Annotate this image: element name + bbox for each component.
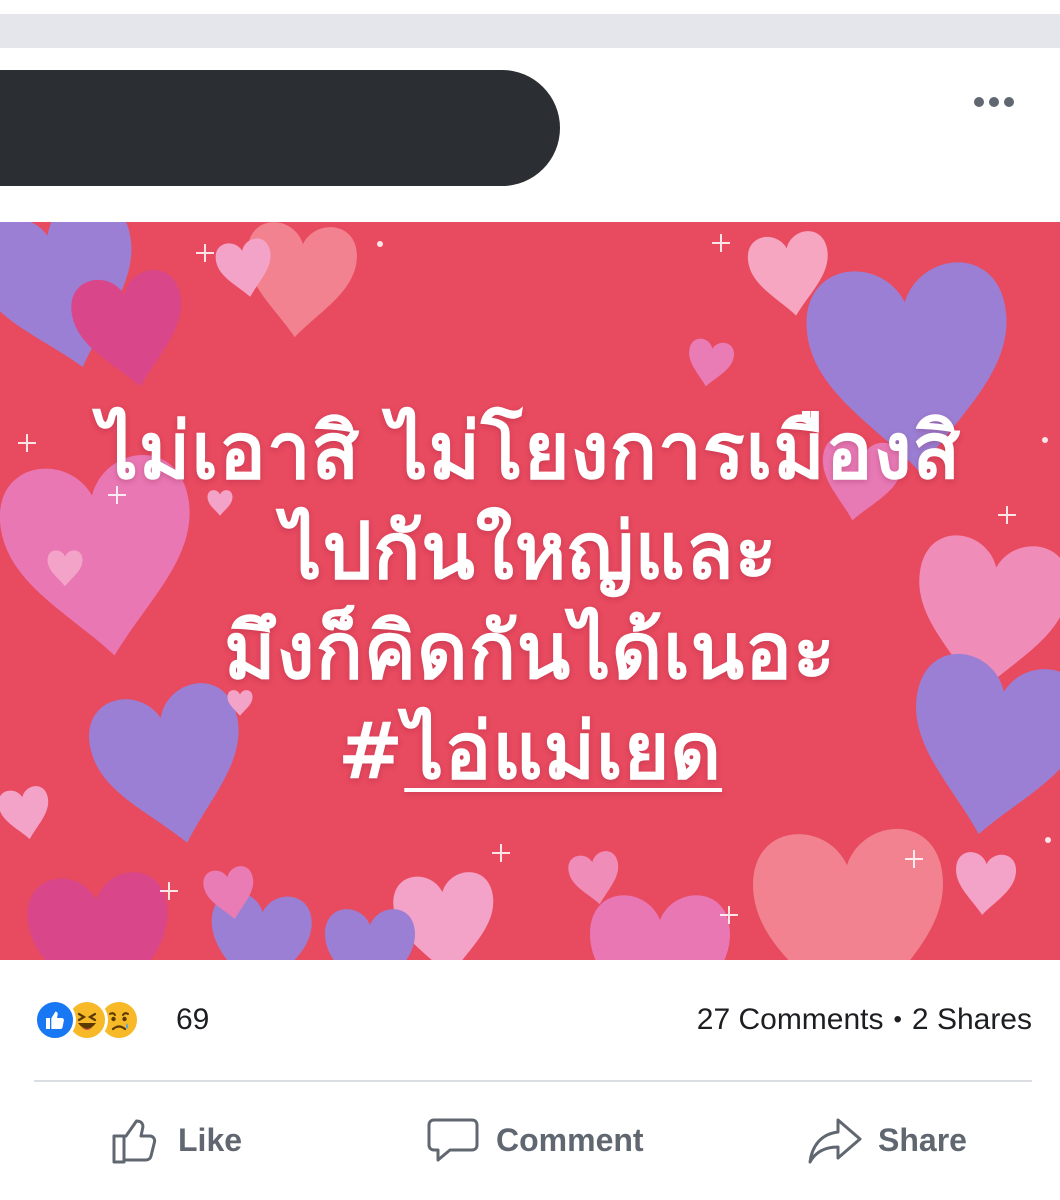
image-caption-text: ไม่เอาสิ ไม่โยงการเมืองสิ ไปกันใหญ่และ ม… [0,402,1060,802]
more-horizontal-icon-dot [989,97,999,107]
share-arrow-icon [808,1118,862,1164]
reactions-summary-row: 69 27 Comments • 2 Shares [0,990,1060,1050]
share-button-label: Share [878,1121,967,1158]
post-options-button[interactable] [964,86,1024,118]
post-actions-bar: Like Comment Share [0,1100,1060,1180]
reaction-count[interactable]: 69 [176,1000,209,1040]
like-reaction-icon [34,999,76,1041]
thumbs-up-icon [112,1119,157,1164]
like-button[interactable]: Like [108,1112,242,1168]
actions-divider [34,1080,1032,1082]
comment-bubble-icon [427,1118,479,1162]
image-text-line-3: มึงก็คิดกันได้เนอะ [224,607,836,697]
reaction-icons[interactable] [34,998,140,1042]
image-text-line-1: ไม่เอาสิ ไม่โยงการเมืองสิ [98,407,962,497]
redacted-author-header [0,70,560,186]
top-strip [0,0,1060,48]
comments-count-link[interactable]: 27 Comments [697,1000,884,1040]
previous-card-edge [0,14,1060,48]
shares-count-link[interactable]: 2 Shares [912,1000,1032,1040]
hashtag-prefix: # [337,707,405,797]
post-image[interactable]: ไม่เอาสิ ไม่โยงการเมืองสิ ไปกันใหญ่และ ม… [0,222,1060,960]
comment-button-label: Comment [496,1121,644,1158]
more-horizontal-icon-dot [1004,97,1014,107]
image-text-line-2: ไปกันใหญ่และ [282,507,778,597]
hashtag-text: ไอ่แม่เยด [404,707,723,797]
screenshot-page: ไม่เอาสิ ไม่โยงการเมืองสิ ไปกันใหญ่และ ม… [0,0,1060,1200]
image-text-hashtag-line: #ไอ่แม่เยด [0,702,1060,802]
share-button[interactable]: Share [806,1112,967,1168]
like-button-label: Like [178,1121,243,1158]
stats-separator: • [893,1006,902,1033]
comment-button[interactable]: Comment [424,1112,644,1168]
more-horizontal-icon [974,97,984,107]
engagement-stats: 27 Comments • 2 Shares [697,1000,1032,1040]
